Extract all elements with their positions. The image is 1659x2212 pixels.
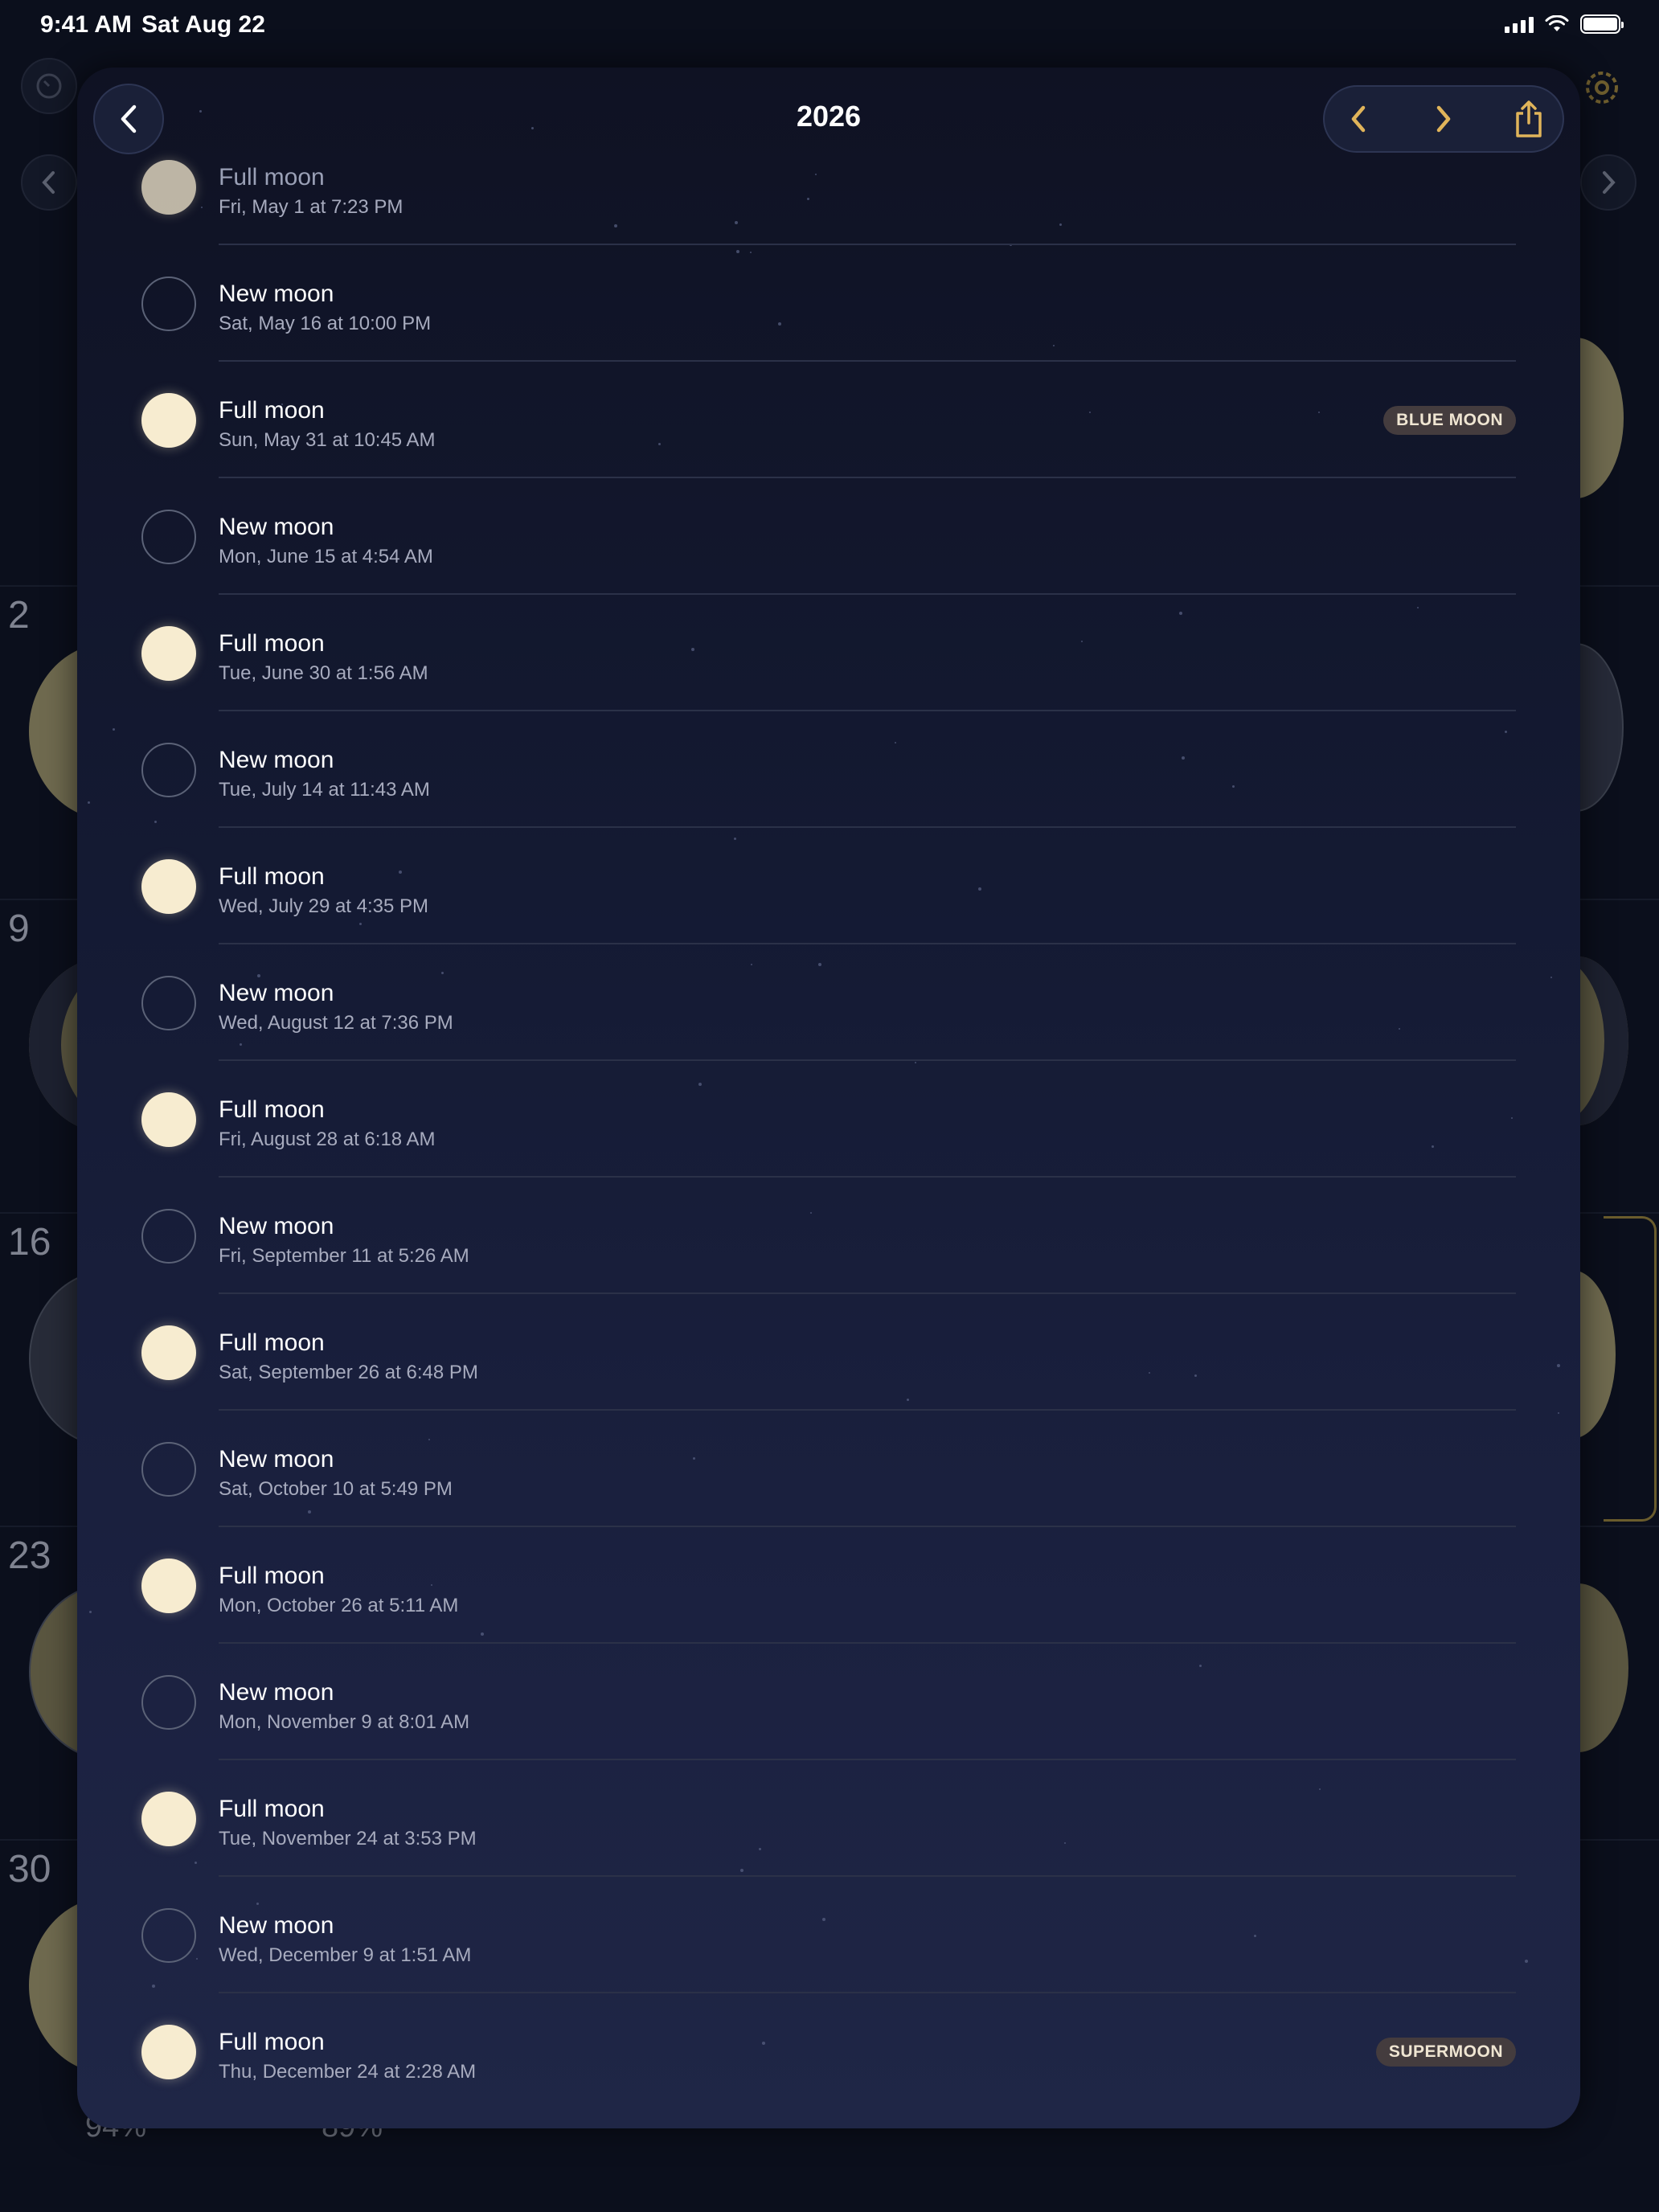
- moon-phase-name: New moon: [219, 514, 334, 540]
- new-moon-icon: [141, 509, 196, 564]
- chevron-left-icon: [42, 171, 55, 194]
- moon-event-row[interactable]: Full moon Tue, November 24 at 3:53 PM: [77, 1760, 1580, 1877]
- moon-phase-name: Full moon: [219, 1796, 325, 1822]
- moon-phase-name: New moon: [219, 747, 334, 773]
- moon-phase-datetime: Sun, May 31 at 10:45 AM: [219, 429, 436, 451]
- new-moon-icon: [141, 276, 196, 331]
- battery-icon: [1580, 14, 1624, 34]
- moon-phase-datetime: Fri, May 1 at 7:23 PM: [219, 196, 403, 218]
- moon-event-row[interactable]: New moon Tue, July 14 at 11:43 AM: [77, 711, 1580, 828]
- moon-phase-name: Full moon: [219, 863, 325, 890]
- status-date: Sat Aug 22: [141, 11, 265, 38]
- moon-event-row[interactable]: New moon Wed, December 9 at 1:51 AM: [77, 1877, 1580, 1993]
- moon-phase-datetime: Fri, August 28 at 6:18 AM: [219, 1129, 436, 1150]
- full-moon-icon: [141, 1325, 196, 1380]
- wifi-icon: [1545, 15, 1569, 31]
- moon-event-row[interactable]: Full moon Sun, May 31 at 10:45 AM BLUE MOO…: [77, 362, 1580, 478]
- moon-event-row[interactable]: Full moon Fri, August 28 at 6:18 AM: [77, 1061, 1580, 1178]
- moon-event-row[interactable]: Full moon Wed, July 29 at 4:35 PM: [77, 828, 1580, 944]
- bg-selected-day-outline: [1604, 1216, 1657, 1522]
- moon-event-row[interactable]: New moon Sat, May 16 at 10:00 PM: [77, 245, 1580, 362]
- year-navigation-group: [1323, 85, 1564, 153]
- new-moon-icon: [141, 1208, 196, 1264]
- moon-phases-sheet: 2026 Full moon Fri, May 1 at 7:23 PM New m…: [77, 68, 1580, 2128]
- moon-phase-datetime: Thu, December 24 at 2:28 AM: [219, 2061, 477, 2083]
- full-moon-icon: [141, 1791, 196, 1846]
- reset-icon: [36, 73, 62, 99]
- status-time: 9:41 AM: [40, 11, 132, 38]
- bg-week-number: 2: [8, 594, 30, 637]
- moon-phase-name: New moon: [219, 1912, 334, 1939]
- moon-phase-datetime: Tue, June 30 at 1:56 AM: [219, 662, 428, 684]
- chevron-right-icon: [1436, 105, 1451, 133]
- full-moon-icon: [141, 2024, 196, 2079]
- next-year-button[interactable]: [1410, 87, 1477, 151]
- moon-phase-datetime: Mon, October 26 at 5:11 AM: [219, 1595, 459, 1616]
- share-button[interactable]: [1495, 87, 1563, 151]
- moon-phase-datetime: Mon, June 15 at 4:54 AM: [219, 546, 433, 567]
- moon-phase-datetime: Sat, May 16 at 10:00 PM: [219, 313, 432, 334]
- new-moon-icon: [141, 1907, 196, 1963]
- chevron-left-icon: [1351, 105, 1366, 133]
- moon-event-row[interactable]: New moon Fri, September 11 at 5:26 AM: [77, 1178, 1580, 1294]
- share-icon: [1516, 100, 1542, 137]
- full-moon-icon: [141, 392, 196, 448]
- bg-week-number: 9: [8, 907, 30, 950]
- special-moon-badge: SUPERMOON: [1375, 2037, 1516, 2067]
- moon-phase-name: New moon: [219, 980, 334, 1006]
- moon-event-row[interactable]: Full moon Sat, September 26 at 6:48 PM: [77, 1294, 1580, 1411]
- moon-phase-datetime: Sat, September 26 at 6:48 PM: [219, 1362, 478, 1383]
- new-moon-icon: [141, 1441, 196, 1497]
- full-moon-icon: [141, 858, 196, 914]
- moon-phase-name: Full moon: [219, 164, 325, 190]
- full-moon-icon: [141, 625, 196, 681]
- moon-phase-name: Full moon: [219, 1329, 325, 1356]
- new-moon-icon: [141, 1674, 196, 1730]
- moon-phase-datetime: Mon, November 9 at 8:01 AM: [219, 1711, 470, 1733]
- moon-phase-datetime: Wed, July 29 at 4:35 PM: [219, 895, 429, 917]
- moon-phase-name: Full moon: [219, 397, 325, 424]
- moon-phase-name: Full moon: [219, 1563, 325, 1589]
- moon-event-row[interactable]: Full moon Tue, June 30 at 1:56 AM: [77, 595, 1580, 711]
- moon-phase-name: Full moon: [219, 630, 325, 657]
- bg-settings-gear-icon: [1586, 72, 1618, 104]
- bg-week-number: 30: [8, 1848, 51, 1890]
- moon-event-row[interactable]: Full moon Mon, October 26 at 5:11 AM: [77, 1527, 1580, 1644]
- new-moon-icon: [141, 742, 196, 797]
- status-icons: [1505, 14, 1624, 34]
- bg-prev-month-button: [21, 154, 77, 211]
- moon-phase-name: New moon: [219, 1446, 334, 1473]
- bg-week-number: 16: [8, 1221, 51, 1264]
- new-moon-icon: [141, 975, 196, 1030]
- chevron-right-icon: [1603, 171, 1616, 194]
- moon-phase-datetime: Tue, November 24 at 3:53 PM: [219, 1828, 477, 1849]
- moon-phase-datetime: Tue, July 14 at 11:43 AM: [219, 779, 430, 801]
- moon-event-row[interactable]: New moon Sat, October 10 at 5:49 PM: [77, 1411, 1580, 1527]
- moon-phase-datetime: Sat, October 10 at 5:49 PM: [219, 1478, 453, 1500]
- moon-phase-name: New moon: [219, 1213, 334, 1239]
- moon-phase-name: Full moon: [219, 1096, 325, 1123]
- moon-phase-name: New moon: [219, 281, 334, 307]
- cellular-signal-icon: [1505, 15, 1534, 33]
- moon-phase-datetime: Fri, September 11 at 5:26 AM: [219, 1245, 469, 1267]
- moon-phase-datetime: Wed, August 12 at 7:36 PM: [219, 1012, 453, 1034]
- moon-event-row[interactable]: New moon Mon, June 15 at 4:54 AM: [77, 478, 1580, 595]
- moon-phase-datetime: Wed, December 9 at 1:51 AM: [219, 1944, 472, 1966]
- moon-event-row[interactable]: New moon Mon, November 9 at 8:01 AM: [77, 1644, 1580, 1760]
- moon-phase-name: New moon: [219, 1679, 334, 1706]
- bg-week-number: 23: [8, 1534, 51, 1577]
- moon-event-row[interactable]: Full moon Thu, December 24 at 2:28 AM SUPE…: [77, 1993, 1580, 2110]
- moon-phase-name: Full moon: [219, 2029, 325, 2055]
- full-moon-icon: [141, 1558, 196, 1613]
- full-moon-icon: [141, 1092, 196, 1147]
- bg-next-month-button: [1580, 154, 1636, 211]
- previous-year-button[interactable]: [1325, 87, 1392, 151]
- bg-reset-button: [21, 58, 77, 114]
- status-bar: 9:41 AM Sat Aug 22: [0, 0, 1659, 50]
- moon-event-row[interactable]: New moon Wed, August 12 at 7:36 PM: [77, 944, 1580, 1061]
- full-moon-icon: [141, 159, 196, 215]
- special-moon-badge: BLUE MOON: [1383, 405, 1516, 435]
